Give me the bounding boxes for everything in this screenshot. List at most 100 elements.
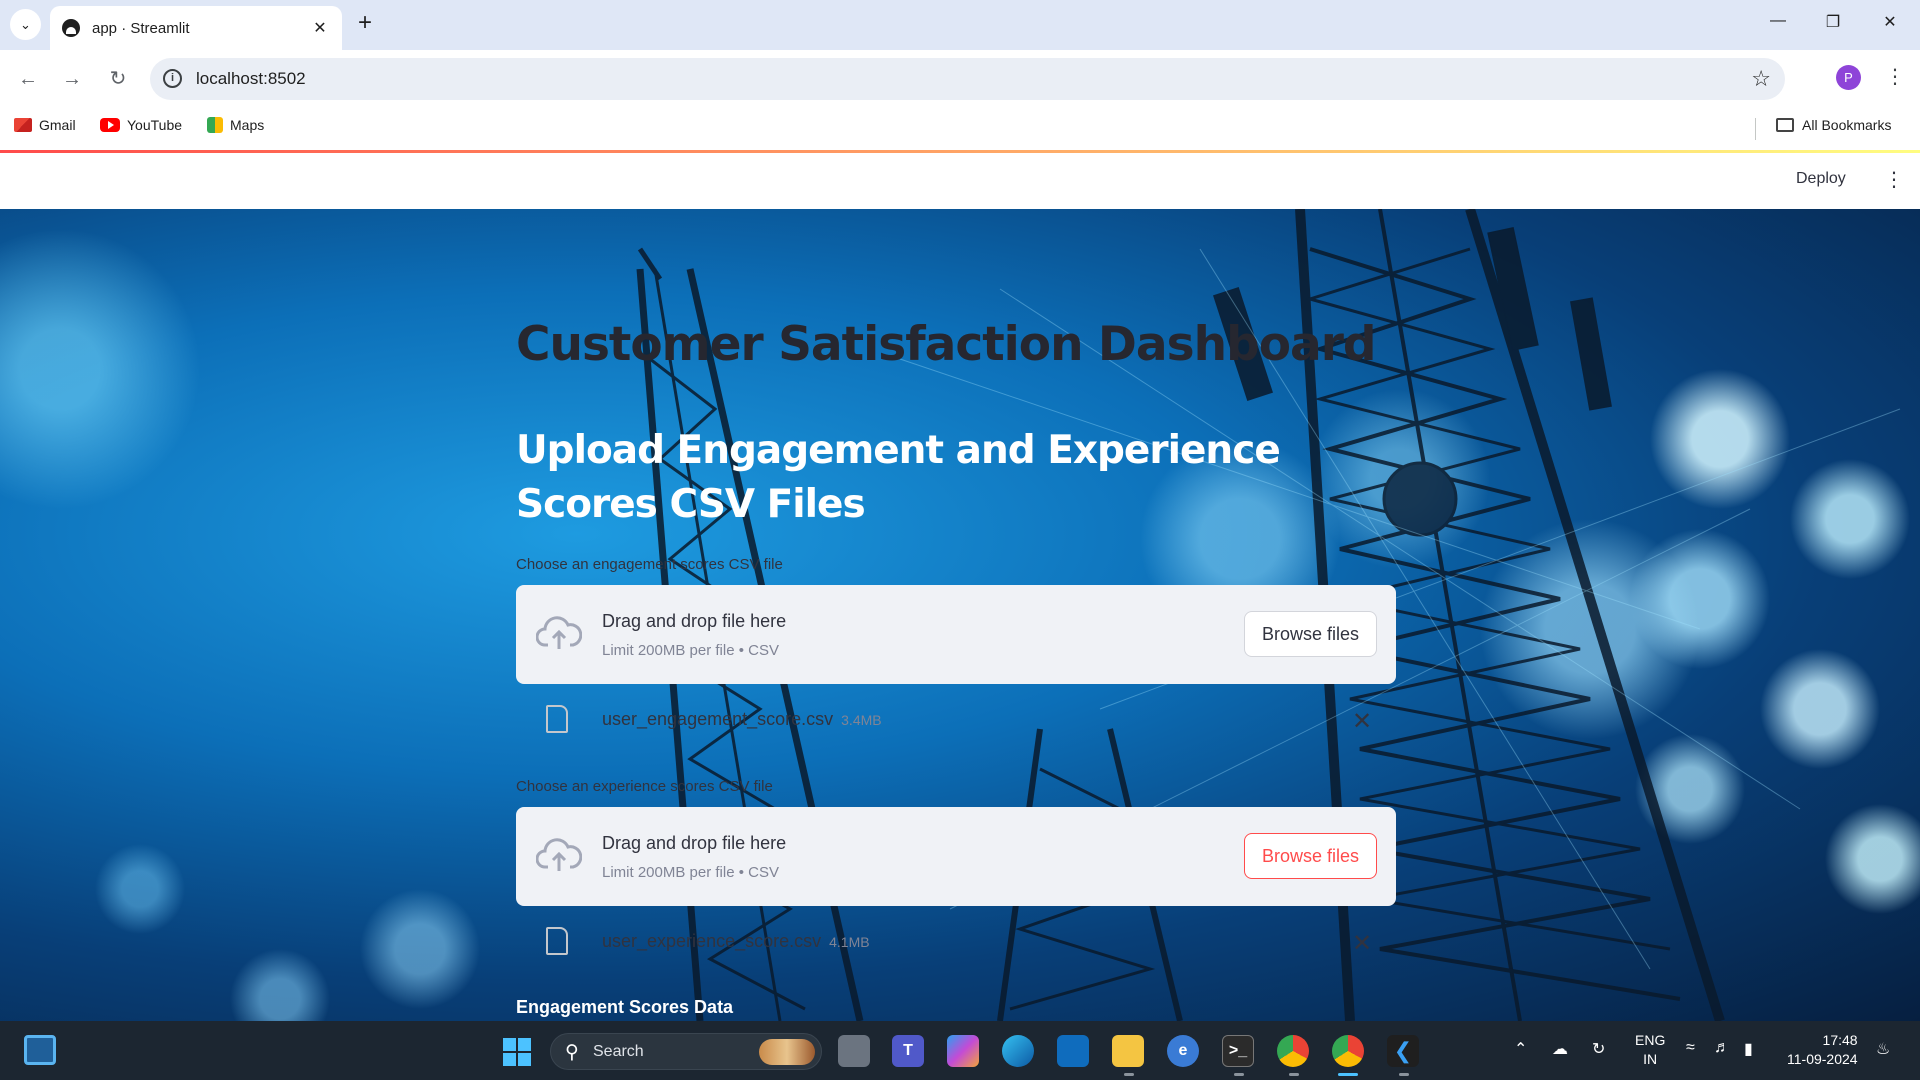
bookmark-maps[interactable]: Maps [207, 117, 264, 133]
teams-icon[interactable]: T [892, 1035, 924, 1067]
file-name-text: user_engagement_score.csv [602, 709, 834, 729]
chrome-profile-p-icon[interactable] [1332, 1035, 1364, 1067]
vscode-icon[interactable]: ❮ [1387, 1035, 1419, 1067]
taskbar-search-box[interactable]: ⚲ Search [550, 1033, 822, 1070]
cloud-upload-icon [536, 616, 582, 649]
profile-avatar[interactable]: P [1836, 65, 1861, 90]
engagement-file-dropzone[interactable]: Drag and drop file here Limit 200MB per … [516, 585, 1396, 684]
file-name-text: user_experience_score.csv [602, 931, 822, 951]
app-running-indicator [1234, 1073, 1244, 1076]
tab-title: app · Streamlit [92, 19, 190, 37]
browse-files-button[interactable]: Browse files [1244, 833, 1377, 879]
clock-date: 11-09-2024 [1787, 1051, 1858, 1067]
youtube-icon [100, 118, 120, 132]
battery-icon[interactable]: ▮ [1744, 1039, 1753, 1059]
uploaded-file-name: user_experience_score.csv 4.1MB [602, 931, 870, 952]
experience-uploader-label: Choose an experience scores CSV file [516, 778, 773, 795]
show-hidden-icons-chevron-icon[interactable]: ⌃ [1514, 1039, 1527, 1059]
file-size: 3.4MB [841, 712, 882, 728]
microsoft-store-icon[interactable] [1057, 1035, 1089, 1067]
search-highlight-image [759, 1039, 815, 1065]
file-icon [546, 705, 568, 733]
engagement-uploader-label: Choose an engagement scores CSV file [516, 556, 783, 573]
tab-search-chevron-icon[interactable]: ⌄ [10, 9, 41, 40]
remove-file-icon[interactable]: ✕ [1352, 707, 1372, 736]
file-explorer-icon[interactable] [1112, 1035, 1144, 1067]
all-bookmarks-label: All Bookmarks [1802, 117, 1892, 133]
deploy-button[interactable]: Deploy [1796, 170, 1846, 188]
all-bookmarks-button[interactable]: All Bookmarks [1776, 117, 1891, 133]
clock-time: 17:48 [1822, 1032, 1858, 1048]
region-code: IN [1643, 1051, 1658, 1067]
streamlit-header: Deploy ⋮ [0, 153, 1920, 209]
reload-icon[interactable]: ↻ [105, 66, 131, 92]
tab-close-icon[interactable]: ✕ [310, 18, 330, 38]
notifications-bell-icon[interactable]: ♨ [1876, 1039, 1890, 1059]
copilot-icon[interactable] [947, 1035, 979, 1067]
address-bar[interactable]: i localhost:8502 ☆ [150, 58, 1785, 100]
dropzone-limit-text: Limit 200MB per file • CSV [602, 864, 779, 881]
language-code: ENG [1635, 1032, 1666, 1048]
file-icon [546, 927, 568, 955]
uploaded-file-row: user_experience_score.csv 4.1MB ✕ [516, 923, 1396, 963]
maps-icon [207, 117, 223, 133]
browser-toolbar: ← → ↻ i localhost:8502 ☆ P ⋮ [0, 50, 1920, 108]
bookmark-label: Maps [230, 117, 265, 133]
gmail-icon [14, 118, 32, 132]
app-running-indicator [1124, 1073, 1134, 1076]
window-close-icon[interactable]: ✕ [1880, 12, 1900, 32]
bookmark-gmail[interactable]: Gmail [14, 117, 76, 133]
dropzone-instructions: Drag and drop file here [602, 833, 787, 853]
file-size: 4.1MB [829, 934, 870, 950]
browser-tab[interactable]: app · Streamlit ✕ [50, 6, 342, 50]
bookmark-label: Gmail [39, 117, 76, 133]
sync-icon[interactable]: ↻ [1592, 1039, 1605, 1059]
cloud-upload-icon [536, 838, 582, 871]
browse-files-button[interactable]: Browse files [1244, 611, 1377, 657]
edge-icon[interactable] [1002, 1035, 1034, 1067]
browser-menu-icon[interactable]: ⋮ [1885, 64, 1905, 89]
site-info-icon[interactable]: i [163, 69, 182, 88]
uploaded-file-name: user_engagement_score.csv 3.4MB [602, 709, 882, 730]
bookmark-youtube[interactable]: YouTube [100, 117, 182, 133]
folder-icon [1776, 118, 1794, 132]
chrome-profile-m-icon[interactable] [1277, 1035, 1309, 1067]
app-running-indicator [1289, 1073, 1299, 1076]
task-view-icon[interactable] [838, 1035, 870, 1067]
bookmarks-divider [1755, 118, 1756, 140]
input-language-indicator[interactable]: ENG IN [1635, 1031, 1665, 1069]
dropzone-limit-text: Limit 200MB per file • CSV [602, 642, 779, 659]
browser-tab-strip: ⌄ app · Streamlit ✕ + — ❐ ✕ [0, 0, 1920, 50]
terminal-icon[interactable]: >_ [1222, 1035, 1254, 1067]
experience-file-dropzone[interactable]: Drag and drop file here Limit 200MB per … [516, 807, 1396, 906]
uploaded-file-row: user_engagement_score.csv 3.4MB ✕ [516, 701, 1396, 741]
address-url[interactable]: localhost:8502 [196, 69, 306, 89]
remove-file-icon[interactable]: ✕ [1352, 929, 1372, 958]
system-clock[interactable]: 17:48 11-09-2024 [1787, 1031, 1858, 1069]
back-arrow-icon[interactable]: ← [15, 66, 41, 92]
bookmarks-bar: Gmail YouTube Maps All Bookmarks [0, 108, 1920, 150]
volume-icon[interactable]: ♬ [1714, 1039, 1730, 1057]
windows-taskbar: ⚲ Search T e >_ ❮ ⌃ ☁ ↻ ENG IN ≈ ♬ ▮ 17:… [0, 1021, 1920, 1080]
app-launcher-icon[interactable]: e [1167, 1035, 1199, 1067]
streamlit-main-menu-icon[interactable]: ⋮ [1884, 167, 1904, 192]
taskbar-search-placeholder: Search [593, 1043, 644, 1060]
page-title: Customer Satisfaction Dashboard [516, 317, 1377, 372]
wifi-icon[interactable]: ≈ [1686, 1039, 1695, 1057]
window-restore-icon[interactable]: ❐ [1823, 12, 1843, 32]
windows-start-icon[interactable] [503, 1038, 531, 1066]
page-subheading: Upload Engagement and Experience Scores … [516, 428, 1281, 527]
search-icon: ⚲ [565, 1042, 579, 1063]
new-tab-plus-icon[interactable]: + [352, 11, 378, 37]
app-running-indicator [1399, 1073, 1409, 1076]
window-minimize-icon[interactable]: — [1768, 12, 1788, 30]
onedrive-icon[interactable]: ☁ [1552, 1039, 1568, 1059]
bookmark-star-icon[interactable]: ☆ [1751, 66, 1771, 92]
widgets-icon[interactable] [24, 1035, 56, 1065]
streamlit-favicon-icon [62, 19, 80, 37]
engagement-data-heading: Engagement Scores Data [516, 997, 734, 1017]
bookmark-label: YouTube [127, 117, 183, 133]
app-active-indicator [1338, 1073, 1358, 1076]
forward-arrow-icon[interactable]: → [59, 66, 85, 92]
dropzone-instructions: Drag and drop file here [602, 611, 787, 631]
